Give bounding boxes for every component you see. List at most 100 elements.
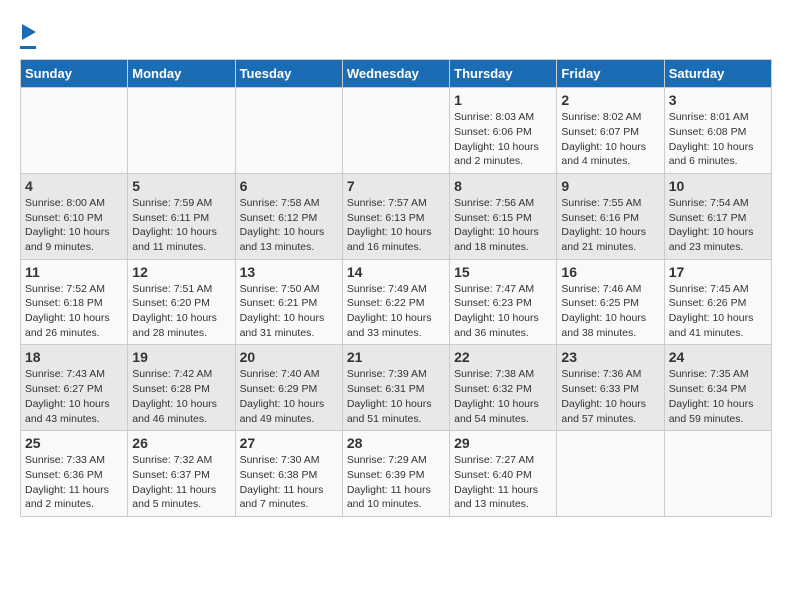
day-info: Sunrise: 7:35 AMSunset: 6:34 PMDaylight:… [669,367,767,426]
day-info: Sunrise: 7:36 AMSunset: 6:33 PMDaylight:… [561,367,659,426]
calendar-cell: 4 Sunrise: 8:00 AMSunset: 6:10 PMDaylight… [21,173,128,259]
day-number: 17 [669,264,767,280]
day-info: Sunrise: 7:50 AMSunset: 6:21 PMDaylight:… [240,282,338,341]
day-info: Sunrise: 7:40 AMSunset: 6:29 PMDaylight:… [240,367,338,426]
day-number: 22 [454,349,552,365]
day-number: 16 [561,264,659,280]
day-info: Sunrise: 7:51 AMSunset: 6:20 PMDaylight:… [132,282,230,341]
calendar-cell: 5 Sunrise: 7:59 AMSunset: 6:11 PMDaylight… [128,173,235,259]
calendar-cell: 6 Sunrise: 7:58 AMSunset: 6:12 PMDaylight… [235,173,342,259]
day-info: Sunrise: 7:56 AMSunset: 6:15 PMDaylight:… [454,196,552,255]
day-number: 1 [454,92,552,108]
day-number: 7 [347,178,445,194]
calendar-cell: 22 Sunrise: 7:38 AMSunset: 6:32 PMDayligh… [450,345,557,431]
day-number: 10 [669,178,767,194]
logo-arrow-icon [22,24,36,40]
calendar-cell: 11 Sunrise: 7:52 AMSunset: 6:18 PMDayligh… [21,259,128,345]
calendar-cell: 25 Sunrise: 7:33 AMSunset: 6:36 PMDayligh… [21,431,128,517]
day-number: 12 [132,264,230,280]
day-info: Sunrise: 7:52 AMSunset: 6:18 PMDaylight:… [25,282,123,341]
calendar-cell: 12 Sunrise: 7:51 AMSunset: 6:20 PMDayligh… [128,259,235,345]
calendar-cell: 26 Sunrise: 7:32 AMSunset: 6:37 PMDayligh… [128,431,235,517]
calendar-week-row: 1 Sunrise: 8:03 AMSunset: 6:06 PMDaylight… [21,88,772,174]
logo-underline [20,46,36,49]
calendar-cell: 16Sunrise: 7:46 AMSunset: 6:25 PMDayligh… [557,259,664,345]
calendar-cell [235,88,342,174]
day-info: Sunrise: 7:38 AMSunset: 6:32 PMDaylight:… [454,367,552,426]
day-info: Sunrise: 7:59 AMSunset: 6:11 PMDaylight:… [132,196,230,255]
day-number: 11 [25,264,123,280]
calendar-cell: 9 Sunrise: 7:55 AMSunset: 6:16 PMDaylight… [557,173,664,259]
calendar-cell [342,88,449,174]
calendar-cell: 15 Sunrise: 7:47 AMSunset: 6:23 PMDayligh… [450,259,557,345]
calendar-table: SundayMondayTuesdayWednesdayThursdayFrid… [20,59,772,517]
weekday-header-wednesday: Wednesday [342,60,449,88]
day-info: Sunrise: 8:01 AMSunset: 6:08 PMDaylight:… [669,110,767,169]
calendar-cell [21,88,128,174]
day-number: 20 [240,349,338,365]
day-info: Sunrise: 7:47 AMSunset: 6:23 PMDaylight:… [454,282,552,341]
day-info: Sunrise: 7:55 AMSunset: 6:16 PMDaylight:… [561,196,659,255]
calendar-cell: 21 Sunrise: 7:39 AMSunset: 6:31 PMDayligh… [342,345,449,431]
day-info: Sunrise: 7:32 AMSunset: 6:37 PMDaylight:… [132,453,230,512]
calendar-cell: 17 Sunrise: 7:45 AMSunset: 6:26 PMDayligh… [664,259,771,345]
day-number: 25 [25,435,123,451]
calendar-cell: 27Sunrise: 7:30 AMSunset: 6:38 PMDayligh… [235,431,342,517]
day-number: 21 [347,349,445,365]
day-info: Sunrise: 7:29 AMSunset: 6:39 PMDaylight:… [347,453,445,512]
day-number: 8 [454,178,552,194]
day-info: Sunrise: 7:30 AMSunset: 6:38 PMDaylight:… [240,453,338,512]
calendar-cell: 28 Sunrise: 7:29 AMSunset: 6:39 PMDayligh… [342,431,449,517]
calendar-cell: 19Sunrise: 7:42 AMSunset: 6:28 PMDayligh… [128,345,235,431]
logo [20,20,36,49]
day-number: 24 [669,349,767,365]
calendar-cell: 10 Sunrise: 7:54 AMSunset: 6:17 PMDayligh… [664,173,771,259]
day-info: Sunrise: 7:49 AMSunset: 6:22 PMDaylight:… [347,282,445,341]
calendar-cell [557,431,664,517]
day-number: 6 [240,178,338,194]
day-info: Sunrise: 7:39 AMSunset: 6:31 PMDaylight:… [347,367,445,426]
calendar-cell: 23 Sunrise: 7:36 AMSunset: 6:33 PMDayligh… [557,345,664,431]
day-info: Sunrise: 7:45 AMSunset: 6:26 PMDaylight:… [669,282,767,341]
day-number: 3 [669,92,767,108]
day-info: Sunrise: 8:03 AMSunset: 6:06 PMDaylight:… [454,110,552,169]
day-info: Sunrise: 7:33 AMSunset: 6:36 PMDaylight:… [25,453,123,512]
calendar-week-row: 4 Sunrise: 8:00 AMSunset: 6:10 PMDaylight… [21,173,772,259]
calendar-cell [664,431,771,517]
day-info: Sunrise: 7:57 AMSunset: 6:13 PMDaylight:… [347,196,445,255]
day-number: 5 [132,178,230,194]
weekday-header-monday: Monday [128,60,235,88]
day-number: 13 [240,264,338,280]
calendar-cell [128,88,235,174]
calendar-cell: 13 Sunrise: 7:50 AMSunset: 6:21 PMDayligh… [235,259,342,345]
day-number: 15 [454,264,552,280]
weekday-header-thursday: Thursday [450,60,557,88]
calendar-cell: 7 Sunrise: 7:57 AMSunset: 6:13 PMDaylight… [342,173,449,259]
calendar-cell: 24 Sunrise: 7:35 AMSunset: 6:34 PMDayligh… [664,345,771,431]
day-number: 26 [132,435,230,451]
header [20,20,772,49]
day-info: Sunrise: 7:42 AMSunset: 6:28 PMDaylight:… [132,367,230,426]
calendar-cell: 1 Sunrise: 8:03 AMSunset: 6:06 PMDaylight… [450,88,557,174]
calendar-cell: 14 Sunrise: 7:49 AMSunset: 6:22 PMDayligh… [342,259,449,345]
calendar-cell: 3 Sunrise: 8:01 AMSunset: 6:08 PMDaylight… [664,88,771,174]
day-info: Sunrise: 8:02 AMSunset: 6:07 PMDaylight:… [561,110,659,169]
day-info: Sunrise: 7:58 AMSunset: 6:12 PMDaylight:… [240,196,338,255]
calendar-cell: 18Sunrise: 7:43 AMSunset: 6:27 PMDayligh… [21,345,128,431]
day-info: Sunrise: 8:00 AMSunset: 6:10 PMDaylight:… [25,196,123,255]
day-number: 4 [25,178,123,194]
day-info: Sunrise: 7:27 AMSunset: 6:40 PMDaylight:… [454,453,552,512]
day-info: Sunrise: 7:54 AMSunset: 6:17 PMDaylight:… [669,196,767,255]
calendar-cell: 2Sunrise: 8:02 AMSunset: 6:07 PMDaylight… [557,88,664,174]
weekday-header-sunday: Sunday [21,60,128,88]
calendar-week-row: 11 Sunrise: 7:52 AMSunset: 6:18 PMDayligh… [21,259,772,345]
day-number: 9 [561,178,659,194]
day-number: 23 [561,349,659,365]
weekday-header-row: SundayMondayTuesdayWednesdayThursdayFrid… [21,60,772,88]
calendar-cell: 8 Sunrise: 7:56 AMSunset: 6:15 PMDaylight… [450,173,557,259]
day-info: Sunrise: 7:43 AMSunset: 6:27 PMDaylight:… [25,367,123,426]
day-number: 29 [454,435,552,451]
calendar-week-row: 25 Sunrise: 7:33 AMSunset: 6:36 PMDayligh… [21,431,772,517]
day-number: 28 [347,435,445,451]
day-number: 14 [347,264,445,280]
